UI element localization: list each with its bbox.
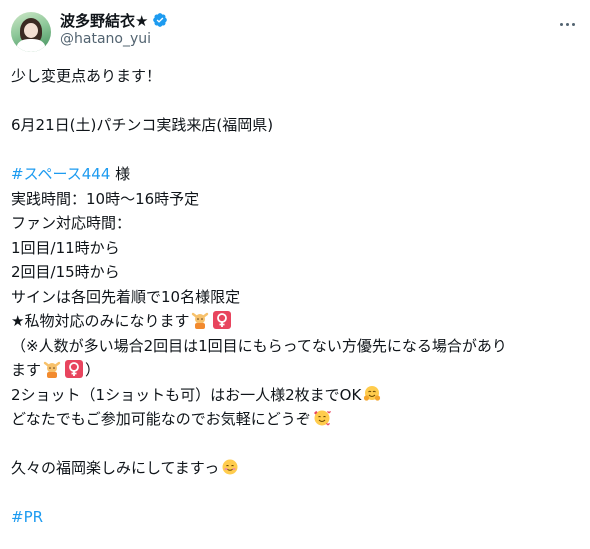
female-sign-icon [65, 360, 84, 378]
tweet-line: ファン対応時間： [11, 214, 132, 232]
tweet-line-text: ★私物対応のみになります [11, 312, 190, 330]
hashtag-suffix: 様 [110, 165, 131, 183]
avatar-body [17, 39, 45, 52]
tweet-line: 2ショット（1ショットも可）はお一人様2枚までOK [11, 383, 581, 408]
smiling-face-with-hearts-icon [313, 410, 331, 426]
tweet-line-text: 久々の福岡楽しみにしてますっ [11, 459, 220, 477]
verified-badge-icon [153, 13, 168, 27]
hugging-face-icon [364, 385, 381, 401]
more-dot-icon [571, 22, 575, 26]
more-dot-icon [565, 22, 569, 26]
tweet-line: どなたでもご参加可能なのでお気軽にどうぞ [11, 407, 581, 432]
tweet-line: 実践時間：10時〜16時予定 [11, 189, 200, 208]
smiling-face-icon [222, 459, 238, 475]
author-name-row: 波多野結衣★ [60, 9, 168, 31]
avatar-face [24, 23, 38, 38]
tweet-line: ます ） [11, 358, 581, 383]
more-dot-icon [559, 22, 563, 26]
tweet-line: （※人数が多い場合2回目は1回目にもらってない方優先になる場合があり [11, 336, 507, 355]
tweet-line: 2回目/15時から [11, 263, 120, 281]
display-name[interactable]: 波多野結衣★ [60, 10, 148, 31]
tweet-line-text: ） [85, 361, 101, 379]
tweet-line: #スペース444 様 [11, 162, 581, 187]
tweet-line-text: ます [11, 361, 42, 379]
avatar[interactable] [11, 12, 51, 52]
tweet-line: サインは各回先着順で10名様限定 [11, 287, 241, 306]
hashtag-link[interactable]: #PR [11, 508, 43, 526]
tweet-line: 6月21日(土)パチンコ実践来店(福岡県) [11, 116, 274, 134]
tweet-line: 少し変更点あります！ [11, 67, 162, 85]
tweet-line-text: 2ショット（1ショットも可）はお一人様2枚までOK [11, 385, 362, 404]
person-gesturing-ok-icon [192, 312, 209, 329]
tweet-text: 少し変更点あります！ 6月21日(土)パチンコ実践来店(福岡県) #スペース44… [11, 64, 581, 530]
tweet-line: #PR [11, 505, 581, 530]
person-gesturing-ok-icon [43, 361, 61, 378]
user-handle[interactable]: @hatano_yui [60, 31, 151, 47]
tweet-line: 1回目/11時から [11, 238, 120, 257]
hashtag-link[interactable]: #スペース444 [11, 165, 110, 183]
more-options-button[interactable] [556, 16, 578, 32]
tweet-line-text: どなたでもご参加可能なのでお気軽にどうぞ [11, 410, 311, 428]
female-sign-icon [213, 311, 232, 329]
tweet-line: 久々の福岡楽しみにしてますっ [11, 456, 581, 481]
tweet-line: ★私物対応のみになります [11, 309, 581, 334]
